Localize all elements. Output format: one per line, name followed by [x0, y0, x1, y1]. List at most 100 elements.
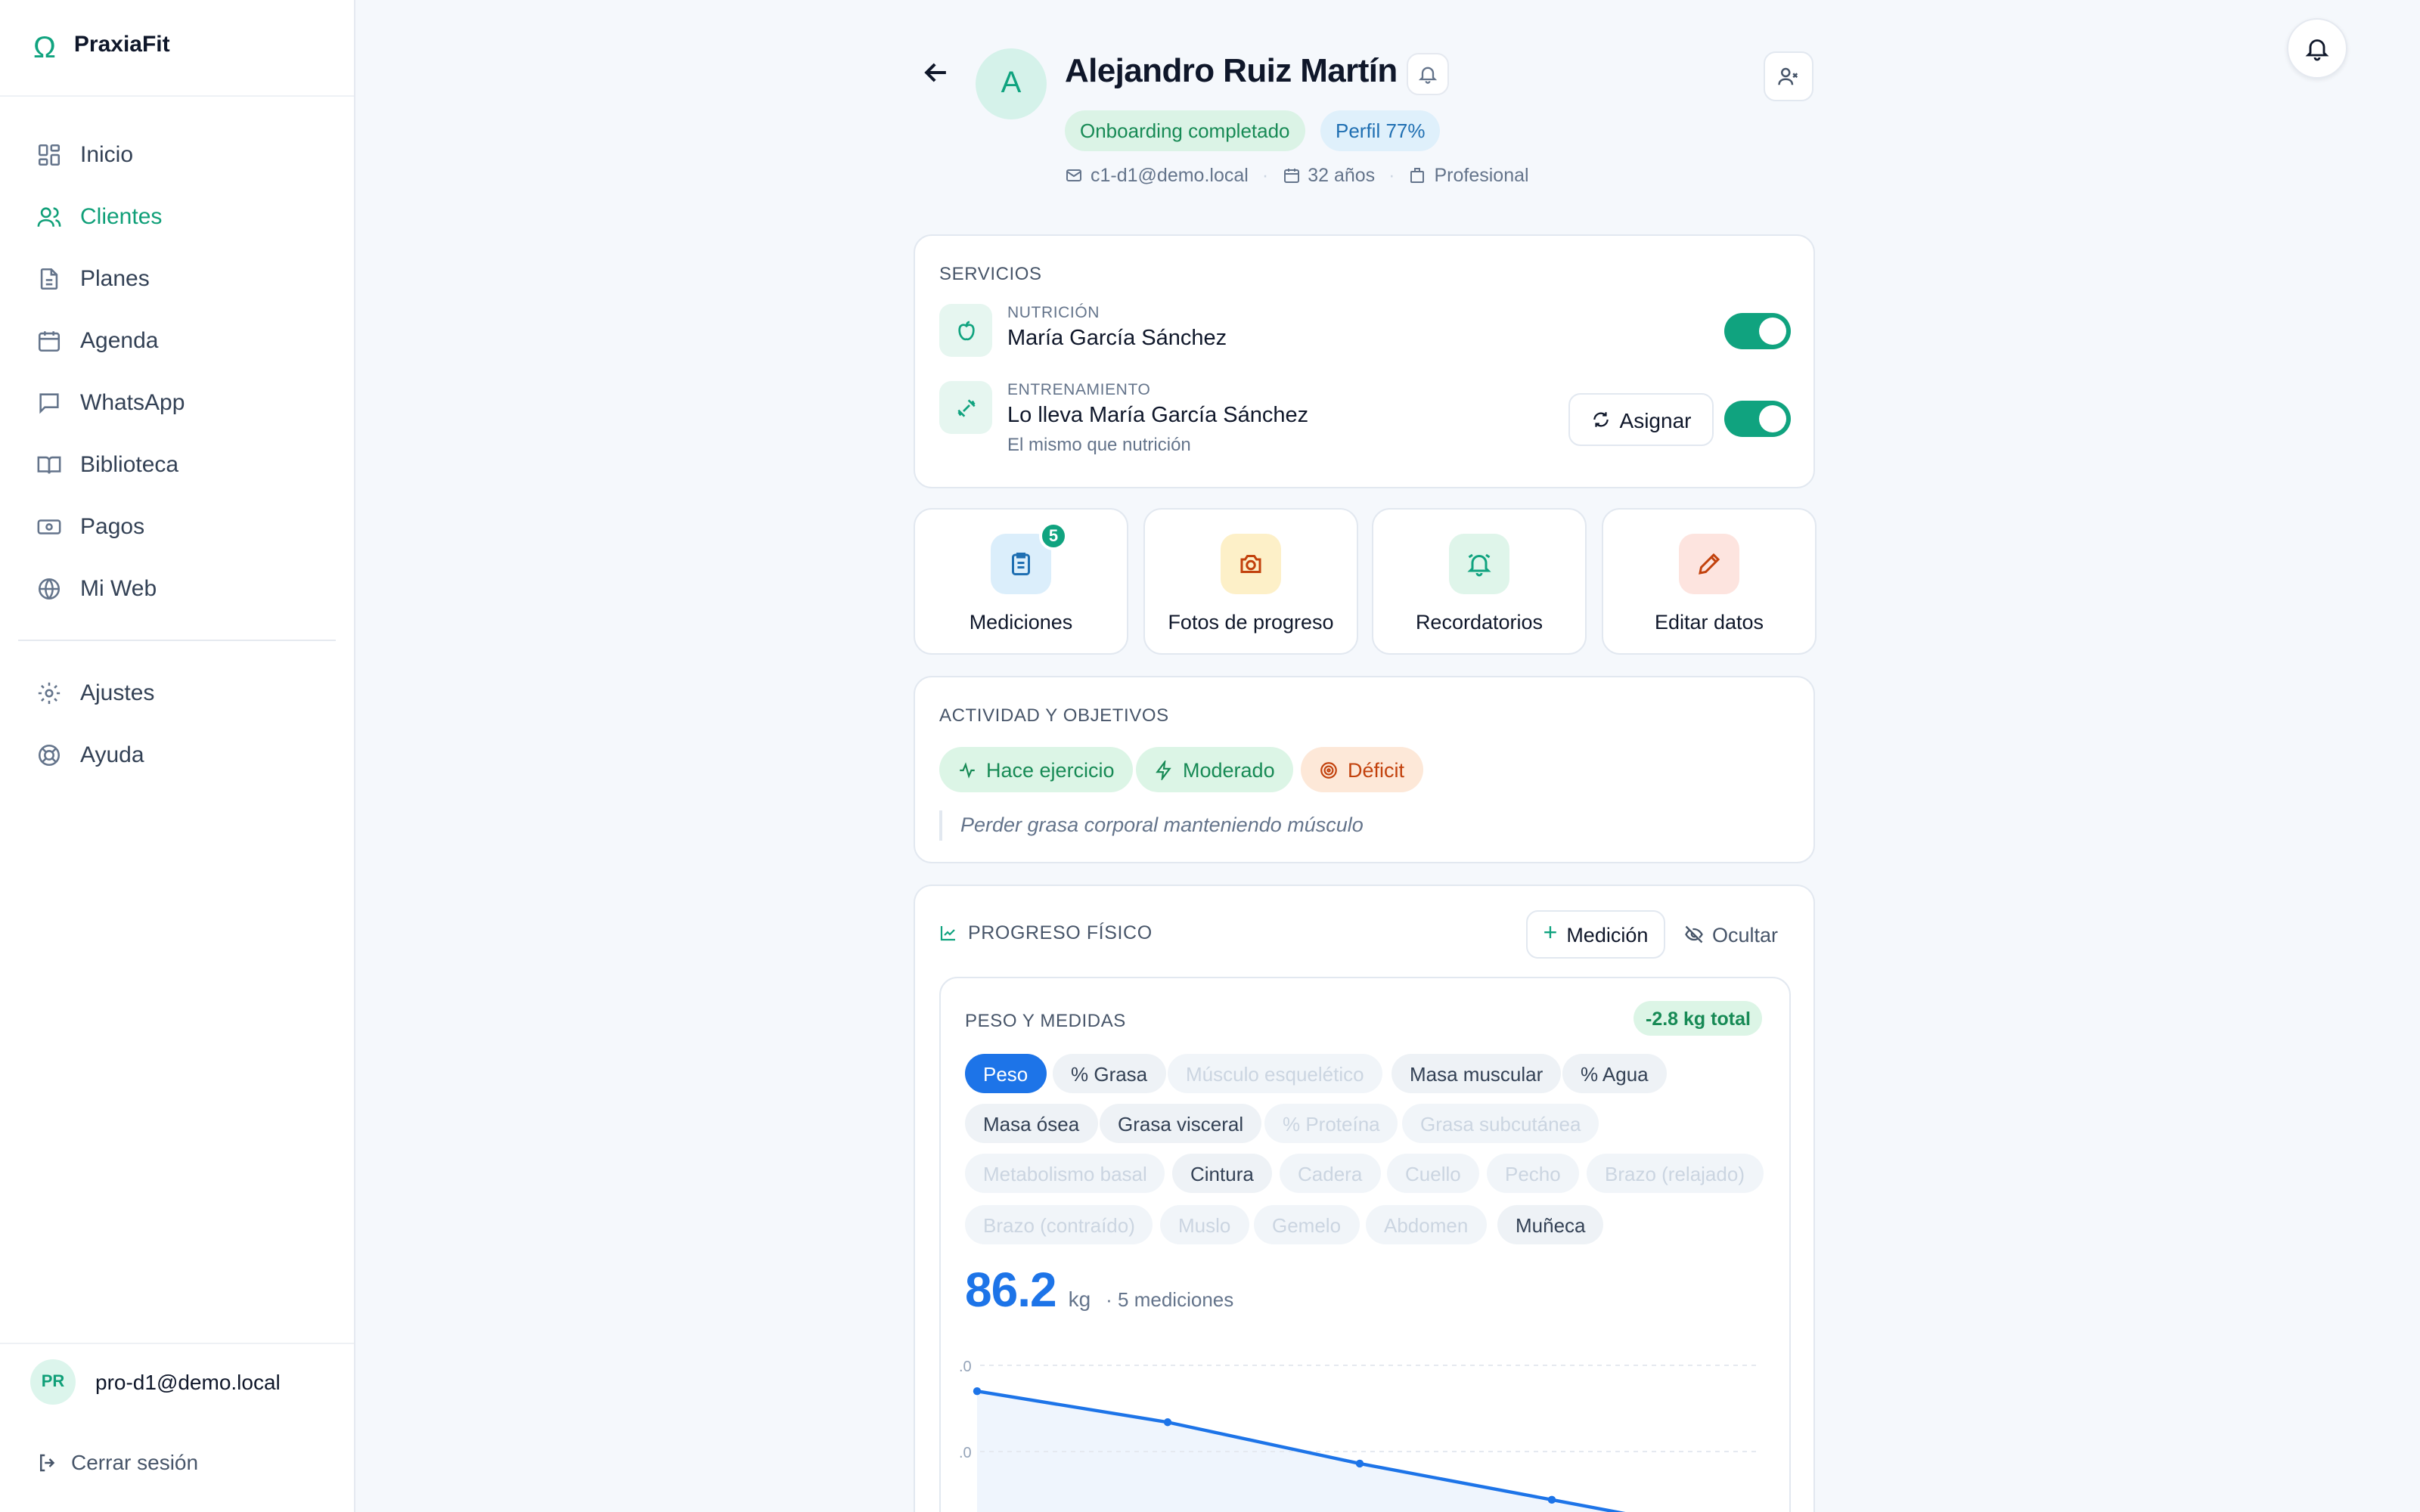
metric-chip-muslo[interactable]: Muslo: [1160, 1205, 1249, 1244]
sidebar-item-inicio[interactable]: Inicio: [0, 124, 354, 186]
building-icon: [1410, 168, 1425, 183]
brand[interactable]: Ω PraxiaFit: [0, 0, 354, 97]
reminders-label: Recordatorios: [1415, 611, 1544, 634]
hide-progress-button[interactable]: Ocultar: [1683, 910, 1778, 959]
sidebar-item-ajustes[interactable]: Ajustes: [0, 662, 354, 724]
hide-progress-label: Ocultar: [1712, 923, 1779, 946]
metric-chip-grasa[interactable]: % Grasa: [1053, 1054, 1166, 1093]
lightning-icon: [1156, 760, 1171, 779]
sidebar-item-mi-web[interactable]: Mi Web: [0, 558, 354, 620]
chart-y-tick-label: .0: [959, 1445, 972, 1461]
client-notifications-button[interactable]: [1407, 53, 1449, 95]
sidebar-item-label: Agenda: [80, 328, 159, 354]
services-title: SERVICIOS: [939, 263, 1042, 284]
weight-chart: .0 .0: [959, 1359, 1761, 1512]
back-button[interactable]: [920, 56, 953, 89]
progress-card: PROGRESO FÍSICO + Medición Ocultar PESO …: [914, 885, 1815, 1512]
metric-chip-proteina[interactable]: % Proteína: [1264, 1104, 1398, 1143]
sidebar-item-label: Clientes: [80, 204, 163, 230]
sidebar-item-planes[interactable]: Planes: [0, 248, 354, 310]
metric-chip-masa-muscular[interactable]: Masa muscular: [1392, 1054, 1562, 1093]
profile-completion-badge: Perfil 77%: [1320, 110, 1441, 151]
client-email-text: c1-d1@demo.local: [1091, 165, 1249, 186]
plus-icon: +: [1543, 921, 1558, 947]
client-role-text: Profesional: [1434, 165, 1529, 186]
metric-chip-grasa-subcutanea[interactable]: Grasa subcutánea: [1402, 1104, 1599, 1143]
metric-chip-gemelo[interactable]: Gemelo: [1254, 1205, 1360, 1244]
sidebar-item-whatsapp[interactable]: WhatsApp: [0, 372, 354, 434]
sidebar-item-pagos[interactable]: Pagos: [0, 496, 354, 558]
calendar-icon: [1283, 169, 1299, 183]
metric-chip-agua[interactable]: % Agua: [1562, 1054, 1667, 1093]
unassign-client-button[interactable]: [1764, 51, 1813, 101]
measurements-count-badge: 5: [1039, 522, 1068, 550]
separator: ·: [1388, 165, 1395, 186]
sidebar-nav: Inicio Clientes Planes Agenda WhatsApp B…: [0, 97, 354, 786]
sidebar-item-label: Pagos: [80, 514, 145, 540]
training-toggle[interactable]: [1724, 401, 1791, 437]
chat-icon: [36, 390, 62, 416]
user-remove-icon: [1777, 65, 1800, 88]
mail-icon: [1066, 169, 1081, 181]
metric-chip-cuello[interactable]: Cuello: [1387, 1154, 1479, 1193]
metric-chip-peso[interactable]: Peso: [965, 1054, 1047, 1093]
metric-chip-metabolismo-basal[interactable]: Metabolismo basal: [965, 1154, 1165, 1193]
client-email: c1-d1@demo.local: [1065, 165, 1249, 186]
user-profile[interactable]: PR pro-d1@demo.local: [0, 1343, 354, 1418]
activity-icon: [960, 761, 975, 778]
exercise-chip: Hace ejercicio: [939, 747, 1133, 792]
chart-point: [1355, 1459, 1364, 1468]
metric-chip-cintura[interactable]: Cintura: [1172, 1154, 1272, 1193]
camera-icon: [1221, 534, 1281, 594]
notifications-button[interactable]: [2287, 18, 2347, 79]
progress-header: PROGRESO FÍSICO: [939, 922, 1153, 943]
client-age: 32 años: [1282, 165, 1375, 186]
sidebar-item-label: Ajustes: [80, 680, 155, 706]
measurements-action[interactable]: 5 Mediciones: [914, 508, 1128, 655]
separator: ·: [1261, 165, 1269, 186]
activity-title: ACTIVIDAD Y OBJETIVOS: [939, 705, 1169, 726]
metric-chip-cadera[interactable]: Cadera: [1280, 1154, 1381, 1193]
logout-button[interactable]: Cerrar sesión: [36, 1450, 198, 1474]
metric-chip-muneca[interactable]: Muñeca: [1497, 1205, 1604, 1244]
sidebar-item-label: Planes: [80, 266, 150, 292]
nutrition-toggle[interactable]: [1724, 313, 1791, 349]
metric-chip-brazo-contraido[interactable]: Brazo (contraído): [965, 1205, 1153, 1244]
sidebar-divider: [18, 640, 336, 641]
progress-photos-label: Fotos de progreso: [1168, 611, 1334, 634]
trend-chart-icon: [940, 926, 955, 941]
sidebar-item-label: WhatsApp: [80, 390, 185, 416]
nutrition-professional: María García Sánchez: [1007, 327, 1227, 351]
sidebar-item-label: Mi Web: [80, 576, 157, 602]
metric-chip-masa-osea[interactable]: Masa ósea: [965, 1104, 1098, 1143]
metric-chip-brazo-relajado[interactable]: Brazo (relajado): [1587, 1154, 1763, 1193]
progress-photos-action[interactable]: Fotos de progreso: [1143, 508, 1358, 655]
sidebar-item-ayuda[interactable]: Ayuda: [0, 724, 354, 786]
training-professional: Lo lleva María García Sánchez: [1007, 404, 1309, 428]
document-icon: [36, 266, 62, 292]
sidebar-item-label: Ayuda: [80, 742, 144, 768]
panel-title: PESO Y MEDIDAS: [965, 1010, 1126, 1031]
current-unit: kg: [1068, 1287, 1091, 1311]
assign-button[interactable]: Asignar: [1568, 393, 1714, 446]
metric-chip-abdomen[interactable]: Abdomen: [1366, 1205, 1487, 1244]
weight-measures-panel: PESO Y MEDIDAS -2.8 kg total Peso % Gras…: [939, 977, 1791, 1512]
training-note: El mismo que nutrición: [1007, 434, 1191, 455]
metric-chip-pecho[interactable]: Pecho: [1487, 1154, 1579, 1193]
activity-card: ACTIVIDAD Y OBJETIVOS Hace ejercicio Mod…: [914, 676, 1815, 863]
logo-icon: Ω: [33, 31, 56, 64]
sidebar-item-biblioteca[interactable]: Biblioteca: [0, 434, 354, 496]
add-measurement-button[interactable]: + Medición: [1526, 910, 1665, 959]
training-label: ENTRENAMIENTO: [1007, 381, 1151, 399]
edit-data-action[interactable]: Editar datos: [1602, 508, 1817, 655]
metric-chip-musculo-esqueletico[interactable]: Músculo esquelético: [1168, 1054, 1382, 1093]
metric-chip-grasa-visceral[interactable]: Grasa visceral: [1100, 1104, 1262, 1143]
services-card: SERVICIOS NUTRICIÓN María García Sánchez…: [914, 234, 1815, 488]
reminders-action[interactable]: Recordatorios: [1372, 508, 1587, 655]
user-email: pro-d1@demo.local: [95, 1369, 281, 1393]
globe-icon: [36, 576, 62, 602]
current-weight: 86.2: [965, 1263, 1057, 1317]
sidebar-item-agenda[interactable]: Agenda: [0, 310, 354, 372]
goal-text: Perder grasa corporal manteniendo múscul…: [939, 810, 1364, 841]
sidebar-item-clientes[interactable]: Clientes: [0, 186, 354, 248]
